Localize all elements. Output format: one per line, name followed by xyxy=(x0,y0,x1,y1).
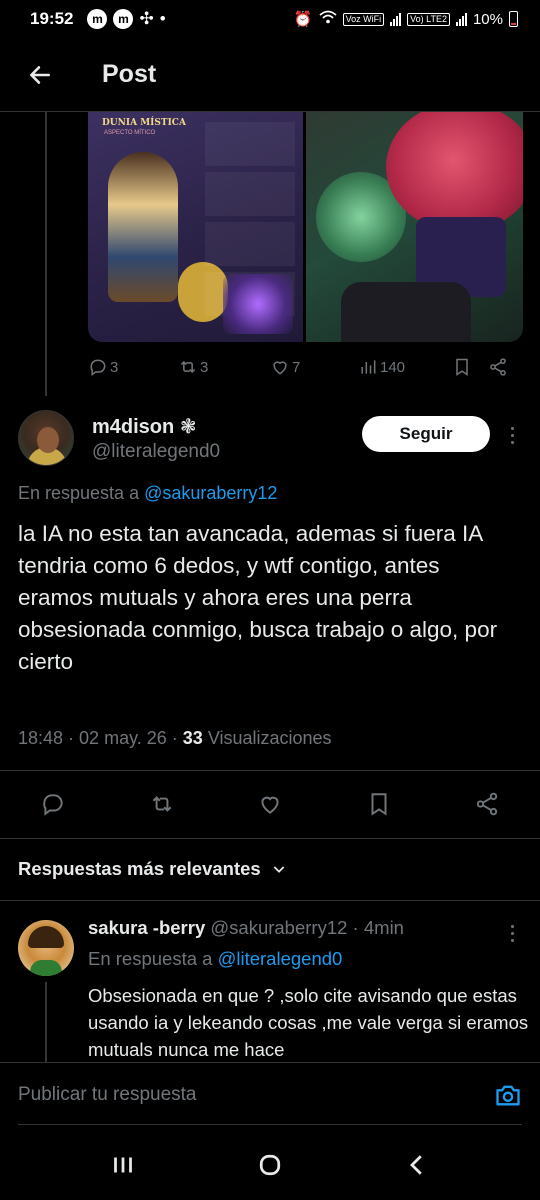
avatar-shirt xyxy=(30,960,62,976)
battery-percent: 10% xyxy=(472,10,503,28)
recent-apps-icon[interactable] xyxy=(108,1150,138,1180)
post-text: la IA no esta tan avancada, ademas si fu… xyxy=(18,521,498,674)
views-total: 33 xyxy=(182,728,203,748)
character-figure xyxy=(108,152,178,302)
follow-button[interactable]: Seguir xyxy=(362,416,490,452)
reply-composer[interactable]: Publicar tu respuesta xyxy=(0,1062,540,1126)
bookmark-icon[interactable] xyxy=(366,791,392,817)
reply-context: En respuesta a @literalegend0 xyxy=(88,948,342,970)
divider xyxy=(0,900,540,901)
status-time: 19:52 xyxy=(30,9,74,28)
reply-icon[interactable] xyxy=(40,791,66,817)
bookmark-icon xyxy=(456,358,468,376)
author-display-name[interactable]: m4dison ❃ xyxy=(92,414,197,439)
media-gallery: DUNIA MÍSTICA ASPECTO MÍTICO xyxy=(88,112,523,342)
flower-badge-icon: ❃ xyxy=(179,416,197,438)
page-title: Post xyxy=(102,60,157,88)
share-icon xyxy=(490,358,506,376)
display-name-text: m4dison xyxy=(92,416,175,438)
repost-icon xyxy=(180,360,196,374)
battery-icon xyxy=(509,11,518,27)
heart-icon[interactable] xyxy=(257,791,283,817)
media-image-character-sheet[interactable]: DUNIA MÍSTICA ASPECTO MÍTICO xyxy=(88,112,303,342)
reply-icon xyxy=(90,359,106,376)
back-button[interactable] xyxy=(0,38,80,112)
cauldron xyxy=(341,282,471,342)
post-time: 18:48 xyxy=(18,728,64,748)
image-subtitle-text: ASPECTO MÍTICO xyxy=(104,130,156,136)
more-options-button[interactable] xyxy=(505,918,519,948)
repost-icon[interactable] xyxy=(149,791,175,817)
repost-count: 3 xyxy=(200,358,209,376)
views-count: 140 xyxy=(380,358,406,376)
app-notification-icon: m xyxy=(113,9,134,29)
reply-to-prefix: En respuesta a xyxy=(88,948,213,969)
image-title-text: DUNIA MÍSTICA xyxy=(102,118,186,128)
reply-header: sakura -berry @sakuraberry12 · 4min xyxy=(88,917,404,938)
views-action[interactable]: 140 xyxy=(358,357,452,377)
character-hair xyxy=(386,112,523,232)
camera-icon[interactable] xyxy=(494,1081,522,1109)
avatar-face xyxy=(37,427,59,453)
replies-sort-label: Respuestas más relevantes xyxy=(18,858,261,879)
compose-underline xyxy=(18,1124,522,1125)
analytics-icon xyxy=(361,360,376,374)
dot-icon: • xyxy=(159,9,166,28)
top-app-bar: Post xyxy=(0,38,540,112)
author-handle[interactable]: @literalegend0 xyxy=(92,441,220,463)
divider xyxy=(0,838,540,839)
compose-placeholder[interactable]: Publicar tu respuesta xyxy=(18,1084,494,1106)
share-icon[interactable] xyxy=(474,791,500,817)
reply-to-prefix: En respuesta a xyxy=(18,483,140,503)
volte-label: Vo) LTE2 xyxy=(407,12,450,26)
alarm-icon: ⏰ xyxy=(293,11,313,28)
avatar-hair xyxy=(28,926,64,948)
views-label[interactable]: Visualizaciones xyxy=(208,728,332,748)
reply-context: En respuesta a @sakuraberry12 xyxy=(18,483,277,504)
thread-connector xyxy=(45,982,47,1062)
more-options-button[interactable] xyxy=(505,420,519,450)
share-action[interactable] xyxy=(488,357,508,377)
system-nav-bar xyxy=(0,1130,540,1200)
fan-notification-icon: ✣ xyxy=(139,9,154,28)
heart-icon xyxy=(273,361,287,375)
reply-author-handle[interactable]: @sakuraberry12 xyxy=(210,917,347,938)
signal-icon xyxy=(455,12,467,26)
post-metadata: 18:48 · 02 may. 26 · 33 Visualizaciones xyxy=(18,728,332,748)
signal-icon xyxy=(390,12,402,26)
back-nav-icon[interactable] xyxy=(402,1150,432,1180)
like-count: 7 xyxy=(292,358,301,376)
chevron-down-icon xyxy=(273,866,284,873)
app-notification-icon: m xyxy=(87,9,108,29)
reply-age: 4min xyxy=(363,917,404,938)
post-date: 02 may. 26 xyxy=(79,728,167,748)
bookmark-action[interactable] xyxy=(452,357,488,377)
thread-connector xyxy=(45,112,47,396)
reply-count: 3 xyxy=(110,358,119,376)
reply-action[interactable]: 3 xyxy=(88,357,178,377)
home-icon[interactable] xyxy=(255,1150,285,1180)
reply-to-link[interactable]: @literalegend0 xyxy=(218,948,343,969)
effect-thumbnail xyxy=(223,274,293,334)
media-image-scene[interactable] xyxy=(306,112,523,342)
avatar[interactable] xyxy=(18,920,74,976)
repost-action[interactable]: 3 xyxy=(178,357,270,377)
avatar[interactable] xyxy=(18,410,74,466)
arrow-left-icon xyxy=(30,65,50,84)
voz-wifi-label: Voz WiFi xyxy=(342,12,385,26)
like-action[interactable]: 7 xyxy=(270,357,358,377)
divider xyxy=(0,770,540,771)
reply-to-link[interactable]: @sakuraberry12 xyxy=(144,483,277,503)
parent-post-actions: 3 3 7 140 xyxy=(88,352,523,382)
status-bar: 19:52 m m ✣ • ⏰ Voz WiFi Vo) LTE2 10% xyxy=(0,0,540,38)
post-actions xyxy=(0,784,540,824)
wifi-icon xyxy=(319,10,337,28)
reply-author-name[interactable]: sakura -berry xyxy=(88,917,205,938)
replies-sort-dropdown[interactable]: Respuestas más relevantes xyxy=(18,858,287,880)
reply-text: Obsesionada en que ? ,solo cite avisando… xyxy=(88,985,529,1060)
